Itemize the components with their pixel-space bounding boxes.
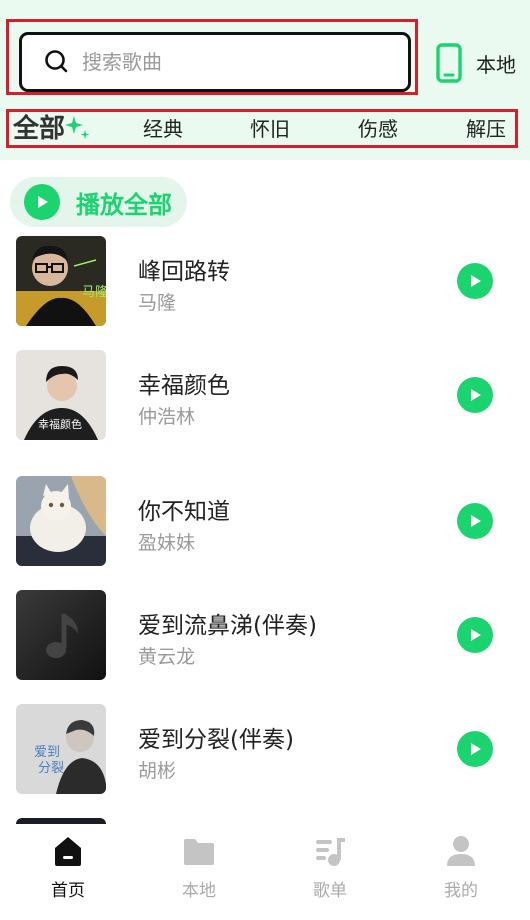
search-box[interactable]: [19, 32, 411, 92]
song-item[interactable]: 爱到流鼻涕(伴奏) 黄云龙: [0, 590, 530, 690]
album-cover: 爱到 分裂: [16, 704, 106, 794]
song-artist: 黄云龙: [138, 646, 196, 668]
album-cover: 马隆: [16, 236, 106, 326]
play-icon[interactable]: [457, 617, 493, 653]
nav-home[interactable]: 首页: [28, 834, 108, 901]
song-title: 幸福颜色: [138, 373, 230, 399]
tab-relax[interactable]: 解压: [466, 112, 506, 146]
svg-text:分裂: 分裂: [38, 761, 64, 776]
tab-nostalgic[interactable]: 怀旧: [250, 112, 290, 146]
album-cover: [16, 476, 106, 566]
album-cover: 幸福颜色: [16, 350, 106, 440]
user-icon: [447, 836, 475, 866]
nav-local[interactable]: 本地: [159, 834, 239, 901]
play-all-label: 播放全部: [76, 190, 172, 219]
folder-icon: [184, 839, 214, 865]
song-artist: 胡彬: [138, 760, 177, 782]
home-icon: [55, 837, 81, 866]
playlist-icon: [316, 838, 345, 866]
nav-playlist[interactable]: 歌单: [290, 834, 370, 901]
nav-playlist-label: 歌单: [313, 881, 347, 901]
play-all-icon: [24, 184, 60, 220]
bottom-navigation: 首页 本地 歌单 我的: [0, 824, 530, 920]
nav-local-label: 本地: [182, 881, 216, 901]
song-item[interactable]: 你不知道 盈妹妹: [0, 476, 530, 576]
nav-profile[interactable]: 我的: [421, 834, 501, 901]
svg-text:幸福颜色: 幸福颜色: [38, 417, 82, 431]
album-cover: [16, 590, 106, 680]
play-all-button[interactable]: 播放全部: [10, 177, 187, 227]
song-title: 爱到流鼻涕(伴奏): [138, 613, 317, 639]
play-icon[interactable]: [457, 503, 493, 539]
nav-home-label: 首页: [51, 881, 85, 901]
play-icon[interactable]: [457, 731, 493, 767]
song-artist: 仲浩林: [138, 406, 196, 428]
song-item[interactable]: 马隆 峰回路转 马隆: [0, 236, 530, 336]
song-title: 爱到分裂(伴奏): [138, 727, 294, 753]
song-item[interactable]: 爱到 分裂 爱到分裂(伴奏) 胡彬: [0, 704, 530, 804]
search-input[interactable]: [82, 50, 382, 74]
play-icon[interactable]: [457, 263, 493, 299]
song-title: 峰回路转: [138, 259, 230, 285]
tab-classic[interactable]: 经典: [143, 112, 183, 146]
nav-profile-label: 我的: [444, 881, 478, 901]
play-icon[interactable]: [457, 377, 493, 413]
tab-all[interactable]: 全部: [13, 112, 65, 146]
search-icon: [45, 50, 68, 73]
song-artist: 盈妹妹: [138, 532, 196, 554]
local-music-label: 本地: [476, 52, 516, 77]
song-title: 你不知道: [138, 499, 230, 525]
song-artist: 马隆: [138, 292, 177, 314]
song-item[interactable]: 幸福颜色 幸福颜色 仲浩林: [0, 350, 530, 450]
svg-text:爱到: 爱到: [34, 745, 60, 760]
tab-sad[interactable]: 伤感: [358, 112, 398, 146]
sparkle-icon: [65, 116, 90, 139]
local-music-button[interactable]: 本地: [436, 40, 516, 86]
svg-text:马隆: 马隆: [82, 285, 106, 300]
phone-icon: [436, 43, 462, 83]
